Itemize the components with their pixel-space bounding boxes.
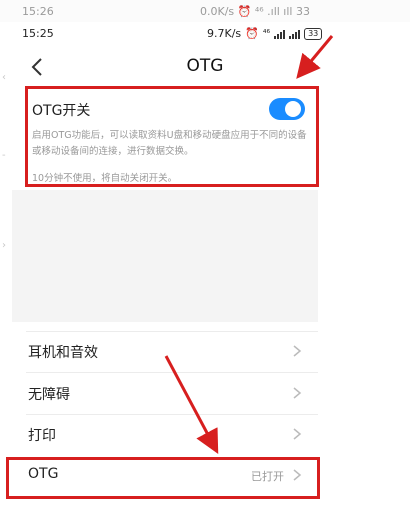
ghost-time: 15:26 xyxy=(22,5,54,18)
chevron-right-icon xyxy=(293,428,302,440)
settings-row-print[interactable]: 打印 xyxy=(26,415,318,455)
toggle-knob xyxy=(285,101,301,117)
settings-row-label: 打印 xyxy=(28,428,56,444)
settings-row-label: OTG xyxy=(28,466,59,482)
ghost-status-bar: 15:26 0.0K/s ⏰ ⁴⁶ .ıll ıll 33 xyxy=(0,0,410,22)
battery-icon: 33 xyxy=(304,27,323,40)
background-panel xyxy=(12,190,318,322)
divider xyxy=(26,372,318,373)
alarm-icon: ⏰ xyxy=(245,27,259,40)
chevron-right-icon xyxy=(293,345,302,357)
status-bar: 15:25 9.7K/s ⏰ ⁴⁶ 33 xyxy=(0,22,410,46)
chevron-right-icon xyxy=(293,469,302,481)
page-header: OTG xyxy=(0,48,410,88)
status-icons: 9.7K/s ⏰ ⁴⁶ 33 xyxy=(207,27,323,40)
settings-row-headphones[interactable]: 耳机和音效 xyxy=(26,332,318,372)
ghost-status-right: 0.0K/s ⏰ ⁴⁶ .ıll ıll 33 xyxy=(200,5,310,18)
otg-switch-card: OTG开关 启用OTG功能后，可以读取资料U盘和移动硬盘应用于不同的设备或移动设… xyxy=(26,90,316,186)
chevron-right-icon xyxy=(293,387,302,399)
network-speed: 9.7K/s xyxy=(207,27,242,40)
settings-row-value: 已打开 xyxy=(251,470,284,483)
settings-row-otg[interactable]: OTG 已打开 xyxy=(26,456,318,496)
ghost-mark: - xyxy=(2,150,6,161)
ghost-mark: ‹ xyxy=(2,72,6,83)
settings-row-accessibility[interactable]: 无障碍 xyxy=(26,374,318,414)
otg-auto-off-note: 10分钟不使用，将自动关闭开关。 xyxy=(32,173,178,184)
otg-description: 启用OTG功能后，可以读取资料U盘和移动硬盘应用于不同的设备或移动设备间的连接，… xyxy=(32,130,307,157)
ghost-mark: › xyxy=(2,240,6,251)
otg-toggle[interactable] xyxy=(269,98,305,120)
settings-row-label: 耳机和音效 xyxy=(28,345,98,361)
status-time: 15:25 xyxy=(22,27,54,40)
page-title: OTG xyxy=(186,56,224,76)
signal-icon xyxy=(289,29,301,39)
network-type: ⁴⁶ xyxy=(262,28,271,39)
otg-switch-label: OTG开关 xyxy=(32,103,91,119)
settings-row-label: 无障碍 xyxy=(28,387,70,403)
signal-icon xyxy=(274,29,286,39)
